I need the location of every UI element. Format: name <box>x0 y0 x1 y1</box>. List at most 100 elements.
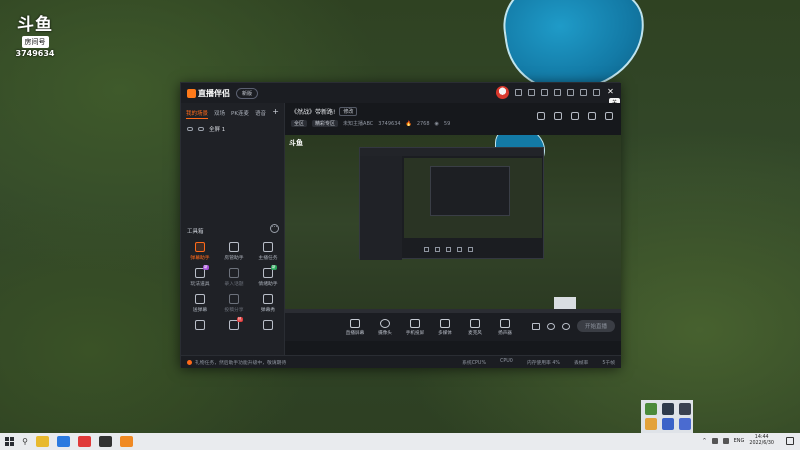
tool-share[interactable]: 投稿分享 <box>219 294 249 313</box>
tool-emotion-assistant[interactable]: 新情绪助手 <box>253 265 283 287</box>
tool-extra-3[interactable] <box>253 320 283 332</box>
add-scene-button[interactable]: + <box>272 107 279 116</box>
screen-capture-button[interactable]: 直播屏幕 <box>341 318 369 336</box>
menu-icon[interactable] <box>567 89 574 96</box>
bell-icon[interactable] <box>588 112 596 120</box>
minimize-icon[interactable] <box>580 89 587 96</box>
tool-extra-2[interactable]: 热 <box>219 317 249 332</box>
source-controls: 直播屏幕 摄像头 手机投屏 多媒体 麦克风 扬声器 开始直播 <box>285 313 621 341</box>
share-icon[interactable] <box>605 112 613 120</box>
tool-play-props[interactable]: 新玩法道具 <box>185 265 215 287</box>
main-top-icons <box>537 112 613 120</box>
message-icon[interactable] <box>515 89 522 96</box>
tool-host-tasks[interactable]: 主播任务 <box>253 242 283 261</box>
tab-pk[interactable]: PK连麦 <box>231 109 249 119</box>
tool-extra-1[interactable] <box>185 320 215 332</box>
camera-icon <box>380 318 390 328</box>
settings-icon[interactable] <box>561 322 570 330</box>
room-number: 3749634 <box>378 120 401 127</box>
notification-icon[interactable] <box>786 437 794 445</box>
app-name: 直播伴侣 <box>198 88 230 98</box>
tray-app-icon[interactable] <box>662 418 674 430</box>
mail-icon[interactable] <box>541 89 548 96</box>
tool-label: 弹幕秀 <box>260 308 276 313</box>
network-icon[interactable] <box>711 438 718 444</box>
eye-icon[interactable] <box>187 127 193 131</box>
tray-app-icon[interactable] <box>645 418 657 430</box>
control-right: 开始直播 <box>531 320 615 332</box>
edge-icon[interactable] <box>57 436 70 447</box>
shop-icon[interactable] <box>554 112 562 120</box>
notice-icon <box>187 359 192 365</box>
send-icon <box>195 294 205 304</box>
nested-control-icon <box>446 246 451 252</box>
user-icon <box>229 242 239 252</box>
phone-icon <box>410 318 420 328</box>
stream-preview[interactable]: 斗鱼 <box>285 135 621 313</box>
tool-send-danmu[interactable]: 送弹幕 <box>185 294 215 313</box>
tool-label: 主播任务 <box>258 256 278 261</box>
tab-my-scenes[interactable]: 我的场景 <box>186 109 209 119</box>
lock-icon[interactable] <box>571 112 579 120</box>
media-button[interactable]: 多媒体 <box>431 318 459 336</box>
lock-icon[interactable] <box>198 127 204 131</box>
modify-button[interactable]: 修改 <box>339 107 358 116</box>
chat-icon[interactable] <box>528 89 535 96</box>
new-badge: 新 <box>271 265 277 270</box>
tray-app-icon[interactable] <box>679 418 691 430</box>
language-indicator[interactable]: ENG <box>734 438 745 444</box>
status-right: 系统CPU% CPU0 内存使用率 4% 丢帧率 5千帧 <box>462 359 615 366</box>
zone-tag[interactable]: 精彩专区 <box>312 120 339 127</box>
record-app-icon[interactable] <box>78 436 91 447</box>
start-button[interactable] <box>0 433 18 450</box>
status-drop-rate: 丢帧率 <box>573 360 589 366</box>
toolbox-grid: 弹幕助手 房管助手 主播任务 新玩法道具 录入话题 新情绪助手 送弹幕 投稿分享… <box>185 242 283 332</box>
record-icon[interactable] <box>531 322 540 330</box>
tool-danmu-show[interactable]: 弹幕秀 <box>253 294 283 313</box>
tool-label: 录入话题 <box>224 282 244 287</box>
gift-icon[interactable] <box>537 112 545 120</box>
nested-preview <box>404 158 542 238</box>
tool-danmu-assistant[interactable]: 弹幕助手 <box>185 242 215 261</box>
maximize-icon[interactable] <box>593 89 600 96</box>
microphone-button[interactable]: 麦克风 <box>461 318 489 336</box>
scene-item[interactable]: 全屏 1 <box>181 121 284 137</box>
nested-control-icon <box>435 246 440 252</box>
avatar[interactable] <box>496 86 509 99</box>
nested-sidebar <box>360 156 402 260</box>
search-icon[interactable]: ⚲ <box>18 433 32 450</box>
new-badge: 新 <box>203 265 209 270</box>
preview-watermark: 斗鱼 <box>289 139 303 147</box>
unreal-icon[interactable] <box>99 436 112 447</box>
sidebar-tabs: 我的场景 双场 PK连麦 语音 <box>181 103 284 121</box>
heat-value: 2768 <box>416 120 430 127</box>
tool-room-manager[interactable]: 房管助手 <box>219 242 249 261</box>
skin-icon[interactable] <box>554 89 561 96</box>
tray-chevron-icon[interactable]: ^ <box>702 438 706 444</box>
tray-app-icon[interactable] <box>679 403 691 415</box>
view-icon[interactable] <box>546 322 555 330</box>
category-tag[interactable]: 全区 <box>291 120 308 127</box>
volume-icon[interactable] <box>722 438 729 444</box>
tray-overflow-popup <box>641 400 693 433</box>
start-live-button[interactable]: 开始直播 <box>576 320 615 332</box>
douyu-companion-icon[interactable] <box>120 436 133 447</box>
toolbox-more-button[interactable]: ··· <box>270 224 279 233</box>
tab-dual[interactable]: 双场 <box>214 109 225 119</box>
tool-label: 情绪助手 <box>258 282 278 287</box>
close-icon[interactable]: ✕ <box>606 88 615 97</box>
status-left: 礼物任务，然后助手功能升级中，敬请期待 <box>181 359 286 366</box>
tool-topic-input[interactable]: 录入话题 <box>219 268 249 287</box>
danmu-icon <box>195 242 205 252</box>
nested-control-icon <box>457 246 462 252</box>
tab-voice[interactable]: 语音 <box>255 109 266 119</box>
chrome-icon[interactable] <box>36 436 49 447</box>
version-pill[interactable]: 新版 <box>236 87 259 99</box>
clock[interactable]: 14:44 2022/6/30 <box>749 435 774 447</box>
camera-button[interactable]: 摄像头 <box>371 318 399 336</box>
tray-app-icon[interactable] <box>662 403 674 415</box>
phone-cast-button[interactable]: 手机投屏 <box>401 318 429 336</box>
tray-app-icon[interactable] <box>645 403 657 415</box>
speaker-button[interactable]: 扬声器 <box>491 318 519 336</box>
nested-control-icon <box>468 246 473 252</box>
